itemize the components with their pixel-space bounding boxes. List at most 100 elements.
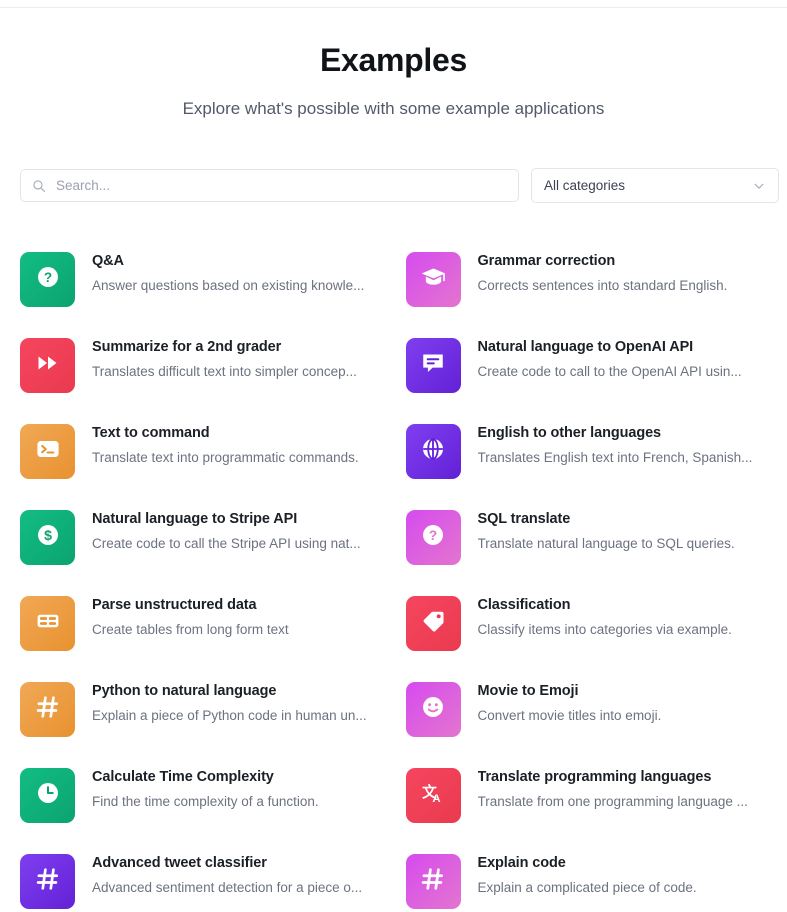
example-card[interactable]: Python to natural language Explain a piec… [8, 670, 394, 756]
examples-grid: ? Q&A Answer questions based on existing k… [0, 240, 787, 912]
example-card[interactable]: Advanced tweet classifier Advanced sentim… [8, 842, 394, 912]
example-card-text: Python to natural language Explain a piec… [92, 679, 382, 725]
example-card-text: Text to command Translate text into progr… [92, 421, 382, 467]
example-title: Translate programming languages [477, 769, 712, 785]
example-description: Translates difficult text into simpler c… [92, 364, 357, 379]
terminal-icon [35, 436, 61, 467]
example-card[interactable]: ? SQL translate Translate natural language… [394, 498, 780, 584]
example-title: Natural language to OpenAI API [477, 339, 694, 355]
example-card-text: Summarize for a 2nd grader Translates dif… [92, 335, 382, 381]
example-card[interactable]: $ Natural language to Stripe API Create co… [8, 498, 394, 584]
example-card[interactable]: Natural language to OpenAI API Create cod… [394, 326, 780, 412]
tag-icon [421, 609, 446, 639]
svg-text:?: ? [43, 270, 51, 285]
example-icon-tile [20, 854, 75, 909]
example-title: Q&A [92, 253, 124, 269]
example-title: Explain code [477, 855, 566, 871]
example-card[interactable]: 文 A Translate programming languages Transla… [394, 756, 780, 842]
example-card-text: SQL translate Translate natural language … [478, 507, 768, 553]
speech-bubble-icon [420, 350, 446, 381]
example-card[interactable]: Summarize for a 2nd grader Translates dif… [8, 326, 394, 412]
example-card-text: Natural language to Stripe API Create cod… [92, 507, 382, 553]
table-icon [35, 608, 61, 639]
filter-controls: All categories [0, 168, 787, 203]
hash-icon [35, 694, 61, 725]
example-card-text: Parse unstructured data Create tables fro… [92, 593, 382, 639]
svg-text:$: $ [44, 527, 52, 543]
example-card[interactable]: Classification Classify items into catego… [394, 584, 780, 670]
category-select[interactable]: All categories [531, 168, 779, 203]
example-card-text: Natural language to OpenAI API Create cod… [478, 335, 768, 381]
search-box[interactable] [20, 169, 519, 202]
search-input[interactable] [54, 170, 507, 201]
example-icon-tile [405, 596, 461, 651]
question-circle-icon: ? [420, 522, 446, 553]
page-subtitle: Explore what's possible with some exampl… [182, 99, 605, 118]
example-description: Create code to call the Stripe API using… [92, 536, 361, 551]
example-card-text: Q&A Answer questions based on existing kn… [92, 249, 382, 295]
example-title: Advanced tweet classifier [92, 855, 267, 871]
example-title: Text to command [92, 425, 210, 441]
graduation-cap-icon [420, 264, 447, 296]
example-icon-tile: $ [20, 510, 75, 565]
example-icon-tile [405, 424, 461, 479]
page-header: Examples Explore what's possible with so… [0, 0, 787, 120]
example-icon-tile: 文A [405, 768, 461, 823]
example-icon-tile [20, 338, 75, 393]
example-card-text: Grammar correction Corrects sentences int… [478, 249, 768, 295]
svg-text:?: ? [429, 528, 437, 543]
example-card[interactable]: Calculate Time Complexity Find the time c… [8, 756, 394, 842]
example-description: Answer questions based on existing knowl… [92, 278, 365, 293]
example-title: Python to natural language [92, 683, 277, 699]
example-description: Explain a piece of Python code in human … [92, 708, 367, 723]
example-card[interactable]: Grammar correction Corrects sentences int… [394, 240, 780, 326]
example-icon-tile [20, 768, 75, 823]
translate-icon: 文A [420, 780, 446, 811]
example-description: Corrects sentences into standard English… [477, 278, 728, 293]
svg-text:A: A [432, 793, 440, 805]
smiley-icon [420, 694, 446, 725]
example-icon-tile [405, 252, 461, 307]
example-icon-tile [20, 682, 75, 737]
example-description: Advanced sentiment detection for a piece… [92, 880, 363, 895]
example-title: English to other languages [477, 425, 662, 441]
example-description: Convert movie titles into emoji. [477, 708, 662, 723]
example-title: Natural language to Stripe API [92, 511, 298, 527]
dollar-circle-icon: $ [35, 522, 61, 553]
example-title: SQL translate [477, 511, 571, 527]
search-icon [32, 179, 46, 193]
example-description: Translate text into programmatic command… [92, 450, 359, 465]
example-title: Calculate Time Complexity [92, 769, 274, 785]
example-description: Find the time complexity of a function. [92, 794, 319, 809]
example-card-text: Advanced tweet classifier Advanced sentim… [92, 851, 382, 897]
example-title: Classification [477, 597, 571, 613]
examples-page: Examples Explore what's possible with so… [0, 0, 787, 912]
example-title: Summarize for a 2nd grader [92, 339, 282, 355]
example-icon-tile [405, 854, 461, 909]
example-description: Translates English text into French, Spa… [477, 450, 753, 465]
example-card[interactable]: English to other languages Translates Eng… [394, 412, 780, 498]
example-description: Classify items into categories via examp… [477, 622, 732, 637]
example-title: Movie to Emoji [477, 683, 579, 699]
example-description: Explain a complicated piece of code. [477, 880, 697, 895]
chevron-down-icon [752, 179, 766, 193]
example-icon-tile [405, 338, 461, 393]
example-title: Parse unstructured data [92, 597, 257, 613]
clock-icon [35, 780, 61, 811]
example-card[interactable]: ? Q&A Answer questions based on existing k… [8, 240, 394, 326]
example-description: Translate from one programming language … [477, 794, 748, 809]
example-card[interactable]: Explain code Explain a complicated piece … [394, 842, 780, 912]
example-icon-tile [405, 682, 461, 737]
example-icon-tile: ? [405, 510, 461, 565]
example-card-text: Classification Classify items into catego… [478, 593, 768, 639]
example-card-text: Explain code Explain a complicated piece … [478, 851, 768, 897]
page-title: Examples [319, 42, 468, 78]
example-icon-tile: ? [20, 252, 75, 307]
example-card[interactable]: Parse unstructured data Create tables fro… [8, 584, 394, 670]
example-description: Create code to call to the OpenAI API us… [477, 364, 742, 379]
example-card[interactable]: Text to command Translate text into progr… [8, 412, 394, 498]
example-icon-tile [20, 424, 75, 479]
category-select-value: All categories [544, 178, 626, 193]
example-card[interactable]: Movie to Emoji Convert movie titles into … [394, 670, 780, 756]
top-divider [0, 7, 787, 8]
